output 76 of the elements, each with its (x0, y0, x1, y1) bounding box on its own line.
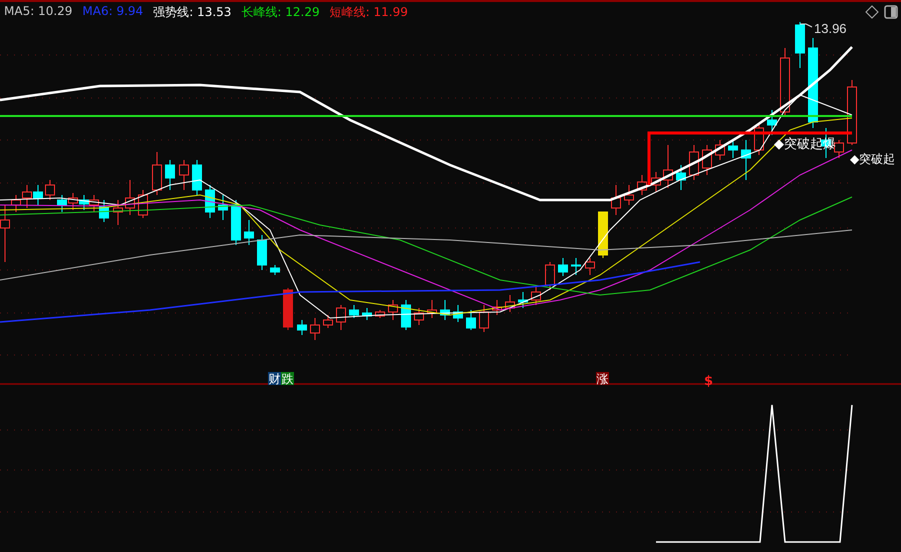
candlestick (218, 194, 228, 220)
candlestick (401, 300, 411, 330)
dollar-mark: $ (704, 374, 714, 389)
candlestick (571, 258, 581, 276)
candlestick (728, 140, 738, 158)
candlestick (57, 194, 67, 212)
candlestick (676, 164, 686, 190)
indicator-legend: 强势线: 13.53 (153, 4, 232, 21)
candlestick (270, 264, 280, 276)
indicator-legend: MA6: 9.94 (82, 4, 144, 21)
candlestick (323, 314, 333, 328)
candlestick (165, 160, 175, 190)
candlestick (741, 140, 751, 180)
candlestick (257, 234, 267, 270)
candlestick (336, 304, 346, 330)
candlestick (505, 294, 515, 312)
candlestick (767, 110, 777, 136)
candlestick (702, 144, 712, 176)
candlestick (492, 300, 502, 316)
candlestick (847, 80, 857, 146)
window-icon[interactable] (884, 5, 898, 19)
candlestick (466, 310, 476, 330)
candlestick (637, 174, 647, 196)
candlestick (22, 184, 32, 208)
candlestick (152, 152, 162, 196)
candlestick (375, 310, 385, 318)
indicator-legend: MA5: 10.29 (4, 4, 72, 21)
candlestick (585, 258, 595, 276)
candlestick (388, 300, 398, 320)
candlestick (531, 284, 541, 306)
candlestick (715, 140, 725, 160)
candlestick (231, 200, 241, 246)
candlestick (33, 184, 43, 206)
candlestick (479, 304, 489, 332)
candlestick (349, 304, 359, 318)
candlestick (518, 292, 528, 308)
candlestick (663, 144, 673, 188)
diamond-icon[interactable] (865, 5, 879, 19)
signal-label: ◆突破起爆 (774, 137, 836, 152)
candlestick (79, 194, 89, 210)
indicator-legend: 短峰线: 11.99 (330, 4, 408, 21)
candlestick (310, 318, 320, 340)
candlestick (205, 184, 215, 218)
candlestick (780, 48, 790, 116)
event-badge: 涨 (596, 372, 609, 386)
indicator-legend: 长峰线: 12.29 (241, 4, 320, 21)
candlestick (68, 192, 78, 210)
event-badge: 跌 (281, 372, 294, 386)
candlestick (545, 262, 555, 290)
event-badge: 财 (268, 372, 281, 386)
candlestick (834, 140, 844, 158)
candlestick (453, 304, 463, 322)
candlestick (125, 180, 135, 216)
candlestick (99, 200, 109, 222)
candlestick (558, 258, 568, 276)
candlestick (795, 22, 805, 68)
candlestick (440, 300, 450, 320)
candlestick (414, 308, 424, 326)
candlestick (138, 190, 148, 218)
candlestick (427, 300, 437, 318)
candlestick (651, 172, 661, 192)
candlestick (179, 160, 189, 190)
candlestick (297, 320, 307, 336)
candlestick (611, 184, 621, 216)
candlestick (244, 220, 254, 246)
candlestick (283, 288, 293, 330)
candlestick (362, 308, 372, 320)
candlestick (192, 160, 202, 196)
candlestick (624, 184, 634, 206)
signal-label: ◆突破起 (850, 152, 896, 166)
candlestick (45, 180, 55, 200)
candlestick (754, 124, 764, 156)
candlestick (113, 200, 123, 226)
candlestick (689, 144, 699, 180)
candlestick (598, 212, 608, 258)
candlestick (89, 194, 99, 212)
